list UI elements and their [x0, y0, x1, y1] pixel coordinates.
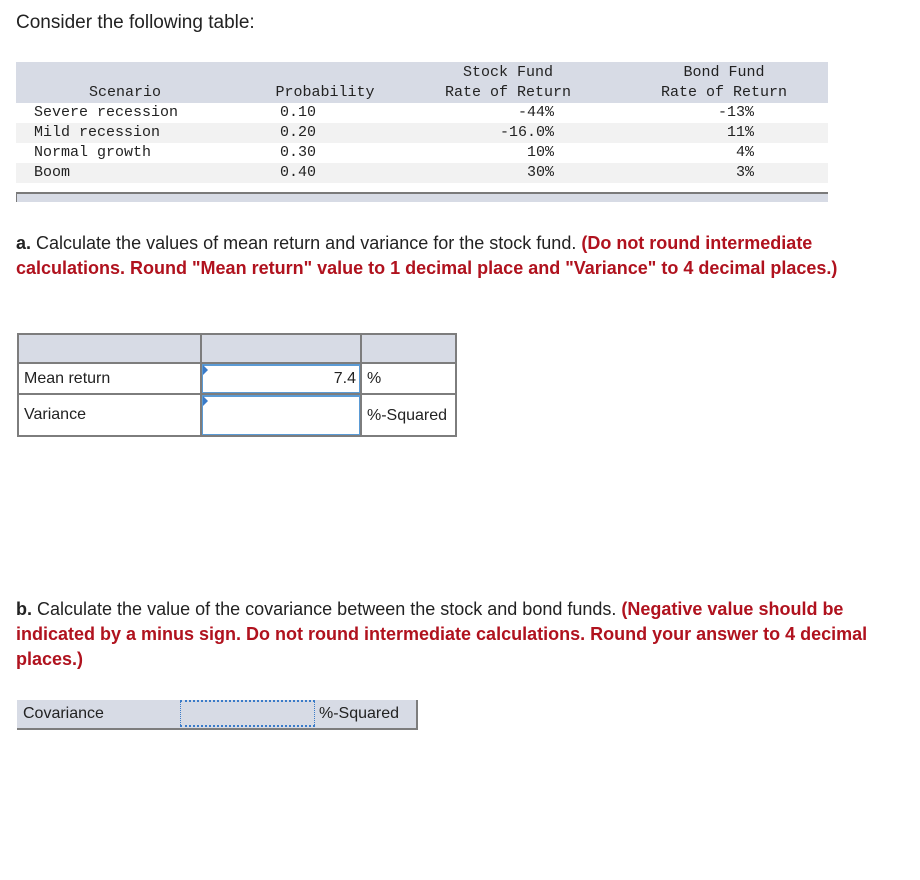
cell-bond-return: 11%: [726, 124, 754, 141]
part-b-question: b. Calculate the value of the covariance…: [16, 597, 896, 672]
mean-return-label: Mean return: [17, 362, 202, 395]
cell-scenario: Severe recession: [34, 104, 179, 121]
mean-return-unit: %: [360, 362, 457, 395]
part-a-text: Calculate the values of mean return and …: [31, 233, 582, 253]
cell-stock-return: -44%: [517, 104, 554, 121]
cell-stock-return: -16.0%: [499, 124, 554, 141]
variance-input[interactable]: [202, 395, 360, 435]
cell-probability: 0.10: [280, 104, 317, 121]
variance-row: Variance %-Squared: [17, 393, 457, 437]
part-a-question: a. Calculate the values of mean return a…: [16, 231, 896, 281]
cell-bond-return: 4%: [735, 144, 754, 161]
header-stock-line1: Stock Fund: [462, 64, 553, 81]
table-row: Severe recession 0.10 -44% -13%: [16, 103, 828, 123]
part-a-label: a.: [16, 233, 32, 253]
covariance-input[interactable]: [180, 700, 315, 727]
header-bond-fund: Bond Fund Rate of Return: [644, 63, 804, 103]
cell-bond-return: 3%: [735, 164, 754, 181]
table-row: Boom 0.40 30% 3%: [16, 163, 828, 183]
answer-table-header: [17, 333, 457, 364]
header-probability: Probability: [275, 84, 375, 101]
header-bond-line1: Bond Fund: [683, 64, 765, 81]
table-row: Normal growth 0.30 10% 4%: [16, 143, 828, 163]
cell-scenario: Mild recession: [34, 124, 161, 141]
cell-probability: 0.20: [280, 124, 317, 141]
variance-unit: %-Squared: [360, 393, 457, 437]
cell-probability: 0.30: [280, 144, 317, 161]
cell-probability: 0.40: [280, 164, 317, 181]
table-row: Mild recession 0.20 -16.0% 11%: [16, 123, 828, 143]
header-scenario: Scenario: [88, 84, 161, 101]
covariance-label: Covariance: [23, 705, 104, 722]
covariance-row: Covariance %-Squared: [17, 700, 418, 730]
input-flag-icon: [203, 396, 208, 406]
cell-scenario: Boom: [34, 164, 71, 181]
header-stock-line2: Rate of Return: [444, 84, 572, 101]
mean-return-input[interactable]: [202, 364, 360, 393]
cell-scenario: Normal growth: [34, 144, 152, 161]
cell-stock-return: 30%: [526, 164, 554, 181]
header-stock-fund: Stock Fund Rate of Return: [428, 63, 588, 103]
scenario-table: Scenario Probability Stock Fund Rate of …: [16, 62, 828, 202]
part-b-text: Calculate the value of the covariance be…: [32, 599, 622, 619]
header-bond-line2: Rate of Return: [660, 84, 788, 101]
mean-return-row: Mean return %: [17, 362, 457, 395]
table-footer: [16, 192, 828, 202]
variance-label: Variance: [17, 393, 202, 437]
cell-bond-return: -13%: [717, 104, 754, 121]
cell-stock-return: 10%: [526, 144, 554, 161]
intro-text: Consider the following table:: [16, 12, 255, 33]
part-a-answer-table: Mean return % Variance %-Squared: [17, 333, 457, 437]
covariance-unit: %-Squared: [319, 705, 400, 722]
part-b-label: b.: [16, 599, 32, 619]
scenario-table-header: Scenario Probability Stock Fund Rate of …: [16, 62, 828, 103]
input-flag-icon: [203, 365, 208, 375]
